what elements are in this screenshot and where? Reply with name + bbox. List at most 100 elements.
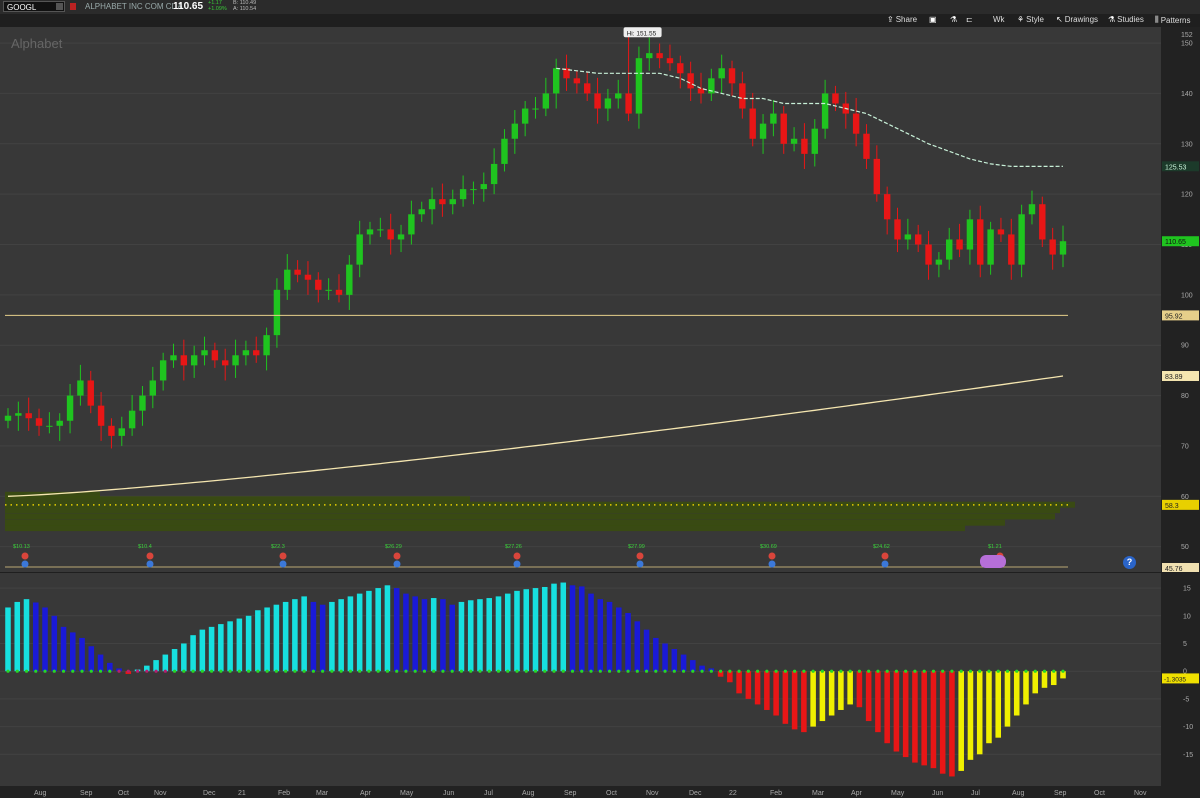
volume-profile-bar — [5, 519, 1005, 526]
squeeze-dot — [589, 669, 593, 673]
histogram-bar — [393, 588, 400, 672]
alert-flag-icon[interactable] — [70, 3, 76, 10]
patterns-button[interactable]: ⫼ Patterns — [1155, 15, 1190, 25]
dividend-marker-icon — [279, 560, 287, 568]
histogram-bar — [199, 629, 206, 672]
squeeze-dot — [959, 669, 963, 673]
chevron-down-icon[interactable] — [56, 3, 63, 10]
candle-body — [532, 108, 539, 110]
price-pane[interactable]: Hi: 151.55 $10.13 $10.4 $22.3 $26.29 $27.26 $2… — [0, 27, 1161, 572]
candle-body — [718, 68, 725, 79]
earnings-marker-icon — [393, 552, 401, 560]
squeeze-dot — [607, 669, 612, 673]
squeeze-dot — [209, 669, 214, 673]
histogram-bar — [329, 601, 335, 672]
cursor-icon: ↖ — [1056, 15, 1063, 24]
time-tick-label: Nov — [646, 790, 659, 797]
squeeze-dot — [635, 669, 639, 673]
time-tick-label: Oct — [606, 790, 617, 797]
style-button[interactable]: ⚘ Style — [1017, 15, 1044, 24]
studies-button[interactable]: ⚗ Studies — [1108, 15, 1144, 24]
squeeze-dot — [247, 669, 251, 673]
price-tick-label: 100 — [1181, 292, 1193, 299]
flask-button[interactable]: ⚗ — [950, 15, 957, 24]
squeeze-dot — [654, 669, 658, 673]
link-button[interactable]: ⊏ — [966, 15, 973, 24]
help-icon[interactable]: ? — [1123, 556, 1136, 569]
price-axis[interactable]: 1501401301201101009080706050152125.53110… — [1161, 27, 1200, 572]
indicator-chart-svg[interactable] — [0, 573, 1161, 786]
histogram-bar — [273, 604, 280, 672]
drawings-button[interactable]: ↖ Drawings — [1056, 15, 1098, 24]
squeeze-dot — [1015, 669, 1019, 673]
candle-body — [273, 289, 281, 336]
drawings-label: Drawings — [1064, 15, 1099, 24]
histogram-bar — [264, 607, 270, 672]
squeeze-dot — [681, 669, 686, 673]
candle-body — [666, 58, 674, 64]
histogram-bar — [245, 615, 252, 672]
share-button[interactable]: ⇪ Share — [887, 15, 917, 24]
earnings-value-label: $30.69 — [760, 544, 777, 550]
histogram-bar — [801, 671, 807, 733]
squeeze-dot — [987, 669, 991, 673]
squeeze-dot — [89, 669, 93, 673]
candle-body — [97, 405, 105, 426]
candle-body — [801, 138, 808, 154]
candle-body — [449, 199, 456, 205]
price-chart-svg[interactable]: Hi: 151.55 $10.13 $10.4 $22.3 $26.29 $27.26 $2… — [0, 27, 1161, 572]
candle-body — [739, 83, 746, 109]
candle-body — [108, 425, 115, 436]
indicator-tick-label: -15 — [1183, 752, 1193, 759]
chart-label: Alphabet — [11, 36, 63, 51]
snapshot-button[interactable]: ▣ — [929, 15, 937, 24]
ma-long-axis-label: 83.89 — [1165, 374, 1183, 381]
histogram-bar — [653, 637, 659, 672]
aggregation-button[interactable]: Wk — [993, 15, 1005, 24]
indicator-axis[interactable]: 15 10 5 0 -5 -10 -15 -1.3035 — [1161, 573, 1200, 786]
candle-body — [1028, 204, 1036, 215]
candle-body — [232, 355, 239, 366]
earnings-marker-icon — [636, 552, 644, 560]
candle-body — [832, 93, 839, 104]
histogram-bar — [773, 671, 779, 716]
candle-body — [490, 163, 498, 185]
histogram-bar — [995, 671, 1001, 738]
squeeze-dot — [857, 669, 862, 673]
histogram-bar — [227, 621, 233, 672]
candle-body — [946, 239, 953, 260]
indicator-last-label: -1.3035 — [1164, 676, 1186, 683]
chart-toolbar: ⇪ Share ▣ ⚗ ⊏ Wk ⚘ Style ↖ Drawings ⚗ Studie… — [0, 14, 1200, 26]
indicator-tick-label: -10 — [1183, 724, 1193, 731]
candle-body — [77, 380, 84, 396]
squeeze-dot — [34, 669, 38, 673]
candle-body — [852, 113, 860, 134]
candle-body — [1059, 241, 1067, 255]
squeeze-dot — [663, 669, 667, 673]
histogram-bar — [560, 582, 567, 672]
histogram-bar — [532, 588, 539, 672]
histogram-bar — [1013, 671, 1020, 716]
histogram-bar — [1050, 671, 1057, 686]
squeeze-dot — [98, 669, 103, 673]
time-tick-label: Aug — [1012, 790, 1025, 797]
squeeze-dot — [413, 669, 417, 673]
histogram-bar — [282, 601, 289, 672]
time-axis[interactable]: Aug Sep Oct Nov Dec 21 Feb Mar Apr May Jun Jul Aug Se… — [0, 786, 1200, 798]
histogram-bar — [495, 596, 502, 672]
histogram-bar — [847, 671, 853, 705]
candle-body — [521, 108, 529, 124]
histogram-bar — [88, 646, 95, 672]
earnings-marker-icon — [146, 552, 154, 560]
candle-body — [687, 73, 694, 89]
histogram-bar — [828, 671, 835, 716]
candle-body — [356, 234, 363, 265]
histogram-bar — [23, 599, 30, 672]
candle-body — [480, 184, 487, 190]
candle-body — [542, 93, 550, 109]
symbol-input[interactable]: GOOGL — [3, 1, 65, 12]
indicator-pane[interactable] — [0, 573, 1161, 786]
price-tick-label: 60 — [1181, 494, 1189, 501]
flask-icon: ⚗ — [950, 15, 958, 24]
price-tick-label: 80 — [1181, 393, 1189, 400]
